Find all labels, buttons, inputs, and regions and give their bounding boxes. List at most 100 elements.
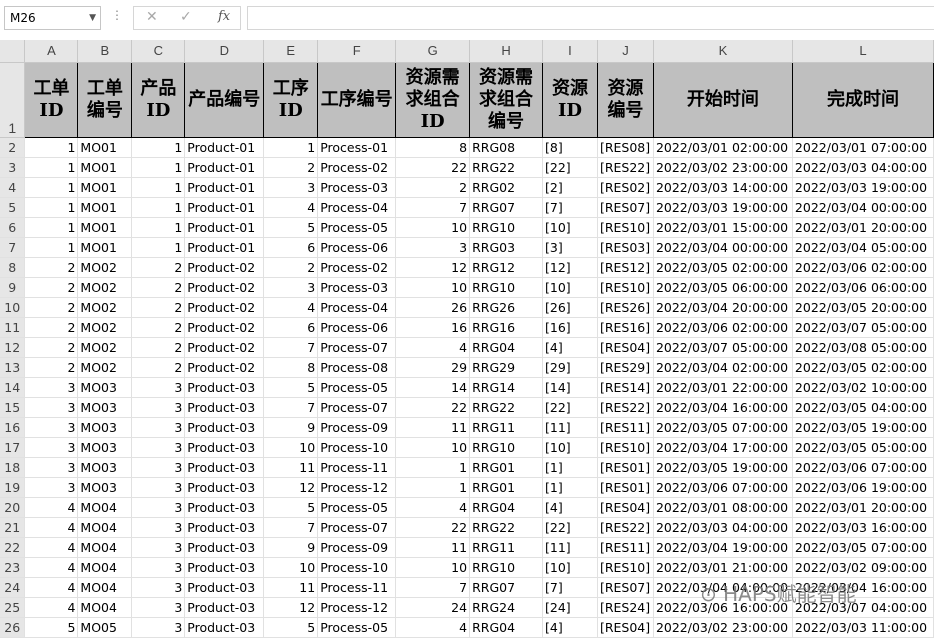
column-header-l[interactable]: L [792,40,934,63]
cell[interactable]: Product-03 [184,577,265,598]
row-header[interactable]: 26 [0,617,26,638]
cell[interactable]: 3 [131,577,186,598]
cell[interactable]: [7] [542,577,598,598]
cell[interactable]: MO03 [77,437,133,458]
cell[interactable]: 2022/03/02 10:00:00 [792,377,934,398]
cell[interactable]: Product-03 [184,617,265,638]
cell[interactable]: [12] [542,257,598,278]
cell[interactable]: Process-12 [317,597,397,618]
cell[interactable]: 4 [24,557,79,578]
cell[interactable]: MO05 [77,617,133,638]
row-header[interactable]: 3 [0,157,26,178]
cell[interactable]: 11 [395,537,471,558]
cell[interactable]: [11] [542,537,598,558]
cell[interactable]: 3 [131,397,186,418]
cell[interactable]: 10 [395,437,471,458]
cell[interactable]: MO02 [77,357,133,378]
cell[interactable]: 2 [131,277,186,298]
cell[interactable]: 7 [395,197,471,218]
cell[interactable]: Process-06 [317,317,397,338]
cell[interactable]: [RES24] [597,597,654,618]
cell[interactable]: Product-03 [184,537,265,558]
cell[interactable]: 2 [24,357,79,378]
cell[interactable]: Process-12 [317,477,397,498]
cell[interactable]: [4] [542,337,598,358]
cell[interactable]: RRG22 [469,397,544,418]
cell[interactable]: [11] [542,417,598,438]
cell[interactable]: 22 [395,397,471,418]
cell[interactable]: Process-05 [317,217,397,238]
cell[interactable]: 2022/03/04 17:00:00 [653,437,793,458]
cell[interactable]: 2022/03/04 00:00:00 [792,197,934,218]
cell[interactable]: [22] [542,397,598,418]
cell[interactable]: RRG04 [469,497,544,518]
cell[interactable]: [RES16] [597,317,654,338]
row-header[interactable]: 13 [0,357,26,378]
cell[interactable]: RRG01 [469,457,544,478]
cell[interactable]: 2 [24,277,79,298]
cell[interactable]: 2022/03/06 02:00:00 [653,317,793,338]
cell[interactable]: Process-06 [317,237,397,258]
cell[interactable]: 1 [24,237,79,258]
cell[interactable]: 3 [24,457,79,478]
name-box[interactable]: M26 ▼ [4,6,101,30]
cell[interactable]: Product-03 [184,417,265,438]
cell[interactable]: [8] [542,137,598,158]
cell[interactable]: 2 [131,257,186,278]
cell[interactable]: 2022/03/01 15:00:00 [653,217,793,238]
cell[interactable]: Product-01 [184,237,265,258]
cell[interactable]: 9 [263,537,319,558]
cell[interactable]: RRG02 [469,177,544,198]
cell[interactable]: 11 [263,457,319,478]
header-cell[interactable]: 工序编号 [317,61,397,138]
cell[interactable]: [RES22] [597,157,654,178]
cell[interactable]: 10 [395,277,471,298]
cell[interactable]: [RES22] [597,517,654,538]
cell[interactable]: [1] [542,477,598,498]
column-header-f[interactable]: F [317,40,397,63]
cell[interactable]: [10] [542,277,598,298]
cell[interactable]: 1 [24,177,79,198]
cell[interactable]: 4 [395,337,471,358]
cell[interactable]: 3 [131,617,186,638]
cell[interactable]: [RES08] [597,137,654,158]
column-header-j[interactable]: J [597,40,654,63]
header-cell[interactable]: 资源需求组合ID [395,61,471,138]
cell[interactable]: MO03 [77,377,133,398]
header-cell[interactable]: 工单ID [24,61,79,138]
cell[interactable]: [22] [542,157,598,178]
cell[interactable]: 9 [263,417,319,438]
row-header[interactable]: 21 [0,517,26,538]
header-cell[interactable]: 产品编号 [184,61,265,138]
cell[interactable]: 3 [24,477,79,498]
cell[interactable]: Process-05 [317,497,397,518]
cell[interactable]: [RES11] [597,417,654,438]
cell[interactable]: 2022/03/06 19:00:00 [792,477,934,498]
cell[interactable]: Process-09 [317,417,397,438]
row-header[interactable]: 2 [0,137,26,158]
cell[interactable]: 3 [24,397,79,418]
cell[interactable]: MO04 [77,517,133,538]
cell[interactable]: RRG10 [469,277,544,298]
cell[interactable]: 3 [24,417,79,438]
cell[interactable]: 2022/03/05 05:00:00 [792,437,934,458]
cell[interactable]: 2022/03/03 14:00:00 [653,177,793,198]
cell[interactable]: RRG01 [469,477,544,498]
column-header-i[interactable]: I [542,40,598,63]
cell[interactable]: MO01 [77,137,133,158]
cell[interactable]: MO01 [77,177,133,198]
cell[interactable]: MO01 [77,217,133,238]
cell[interactable]: 2022/03/05 20:00:00 [792,297,934,318]
cell[interactable]: [RES10] [597,217,654,238]
cell[interactable]: [RES03] [597,237,654,258]
cell[interactable]: MO01 [77,237,133,258]
cell[interactable]: 1 [131,177,186,198]
cell[interactable]: 1 [131,217,186,238]
cell[interactable]: 11 [263,577,319,598]
cell[interactable]: [16] [542,317,598,338]
cell[interactable]: 2022/03/04 16:00:00 [653,397,793,418]
cell[interactable]: 1 [24,197,79,218]
cell[interactable]: RRG04 [469,337,544,358]
cell[interactable]: 2022/03/01 22:00:00 [653,377,793,398]
cell[interactable]: [RES11] [597,537,654,558]
